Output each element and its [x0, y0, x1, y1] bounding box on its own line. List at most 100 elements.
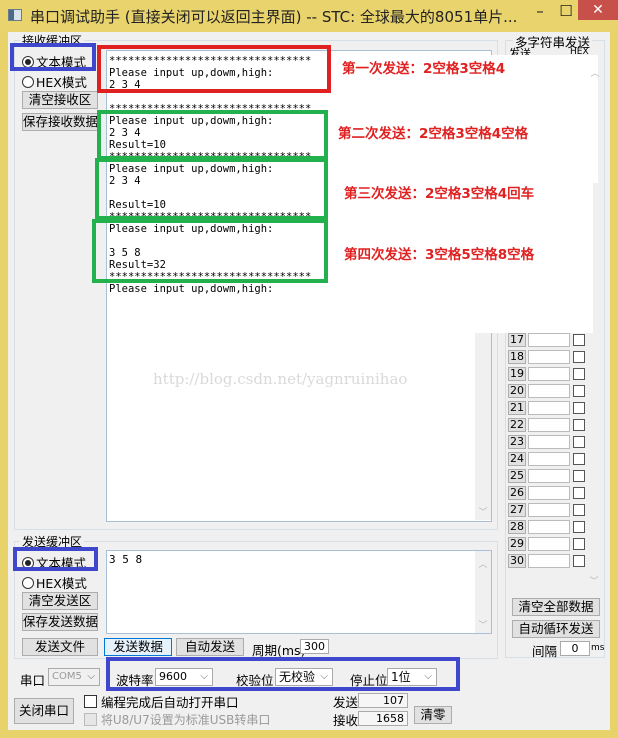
- annotation-box-green: [95, 158, 328, 220]
- send-hex-mode-radio[interactable]: HEX模式: [22, 573, 87, 592]
- auto-send-button[interactable]: 自动发送: [176, 638, 244, 656]
- receive-hex-mode-radio[interactable]: HEX模式: [22, 72, 87, 91]
- multi-send-scroll-down-icon[interactable]: ﹀: [588, 574, 600, 587]
- multi-send-row-send-button[interactable]: 24: [508, 452, 526, 466]
- maximize-button[interactable]: ☐: [554, 0, 578, 22]
- port-select[interactable]: COM5 ⌵: [48, 668, 100, 686]
- multi-send-row-send-button[interactable]: 29: [508, 537, 526, 551]
- annotation-text: 第四次发送：3空格5空格8空格: [344, 247, 535, 263]
- save-receive-button[interactable]: 保存接收数据: [22, 113, 98, 131]
- multi-send-row-hex-checkbox[interactable]: [573, 487, 585, 499]
- annotation-box-green: [92, 219, 328, 283]
- title-bar: 串口调试助手 (直接关闭可以返回主界面) -- STC: 全球最大的8051单片…: [0, 0, 618, 32]
- radio-unselected-icon: [22, 75, 34, 88]
- multi-send-row-hex-checkbox[interactable]: [573, 470, 585, 482]
- annotation-box-red: [97, 45, 331, 93]
- multi-send-row-send-button[interactable]: 27: [508, 503, 526, 517]
- multi-send-row-send-button[interactable]: 30: [508, 554, 526, 568]
- multi-send-row-hex-checkbox[interactable]: [573, 351, 585, 363]
- multi-send-row-send-button[interactable]: 20: [508, 384, 526, 398]
- multi-send-row-send-button[interactable]: 25: [508, 469, 526, 483]
- sent-count-label: 发送: [333, 695, 359, 710]
- multi-send-row-input[interactable]: [528, 554, 570, 568]
- multi-send-row-input[interactable]: [528, 333, 570, 347]
- clear-receive-button[interactable]: 清空接收区: [22, 91, 98, 109]
- annotation-box-green: [97, 110, 328, 160]
- window-title: 串口调试助手 (直接关闭可以返回主界面) -- STC: 全球最大的8051单片…: [30, 8, 518, 26]
- usb-label: 将U8/U7设置为标准USB转串口: [100, 713, 271, 727]
- scroll-up-icon: ︿: [590, 69, 600, 79]
- multi-send-row-input[interactable]: [528, 367, 570, 381]
- multi-send-row-hex-checkbox[interactable]: [573, 436, 585, 448]
- annotation-text: 第一次发送：2空格3空格4: [342, 61, 506, 77]
- send-scrollbar[interactable]: ︿ ﹀: [475, 551, 491, 633]
- receive-scrollbar[interactable]: ﹀: [475, 332, 491, 520]
- multi-send-row-input[interactable]: [528, 537, 570, 551]
- close-port-button[interactable]: 关闭串口: [14, 698, 74, 724]
- multi-send-row-hex-checkbox[interactable]: [573, 402, 585, 414]
- recv-count: 1658: [358, 711, 408, 726]
- auto-open-label: 编程完成后自动打开串口: [100, 695, 239, 710]
- multi-send-row-hex-checkbox[interactable]: [573, 368, 585, 380]
- period-input[interactable]: 300: [300, 639, 329, 654]
- multi-send-row-input[interactable]: [528, 350, 570, 364]
- chevron-down-icon: ⌵: [87, 671, 95, 682]
- multi-send-row-send-button[interactable]: 18: [508, 350, 526, 364]
- multi-send-row-input[interactable]: [528, 520, 570, 534]
- scroll-up-icon[interactable]: ︿: [475, 557, 491, 570]
- multi-send-row-input[interactable]: [528, 503, 570, 517]
- multi-send-row-send-button[interactable]: 28: [508, 520, 526, 534]
- send-textarea[interactable]: 3 5 8: [106, 550, 492, 634]
- radio-unselected-icon: [22, 576, 34, 589]
- interval-label: 间隔: [532, 644, 558, 659]
- scroll-down-icon[interactable]: ﹀: [475, 618, 491, 631]
- port-label: 串口: [20, 673, 46, 688]
- annotation-text: 第三次发送：2空格3空格4回车: [344, 186, 535, 202]
- annotation-box-blue: [10, 43, 96, 71]
- radio-label: HEX模式: [36, 576, 87, 591]
- auto-open-checkbox[interactable]: 编程完成后自动打开串口: [84, 692, 239, 711]
- save-send-button[interactable]: 保存发送数据: [22, 613, 98, 631]
- annotation-text: 第二次发送：2空格3空格4空格: [338, 126, 529, 142]
- multi-send-row-hex-checkbox[interactable]: [573, 521, 585, 533]
- multi-send-row-hex-checkbox[interactable]: [573, 453, 585, 465]
- multi-send-row-hex-checkbox[interactable]: [573, 419, 585, 431]
- multi-send-row-send-button[interactable]: 26: [508, 486, 526, 500]
- auto-loop-send-button[interactable]: 自动循环发送: [512, 620, 600, 638]
- annotation-box-blue: [106, 657, 460, 691]
- multi-send-row-input[interactable]: [528, 435, 570, 449]
- multi-send-row-input[interactable]: [528, 418, 570, 432]
- usb-checkbox[interactable]: 将U8/U7设置为标准USB转串口: [84, 711, 270, 728]
- multi-send-row-input[interactable]: [528, 486, 570, 500]
- multi-send-row-input[interactable]: [528, 469, 570, 483]
- multi-send-row-hex-checkbox[interactable]: [573, 538, 585, 550]
- multi-send-row-send-button[interactable]: 21: [508, 401, 526, 415]
- close-button[interactable]: ✕: [578, 0, 618, 20]
- interval-input[interactable]: 0: [560, 641, 590, 656]
- port-value: COM5: [52, 671, 82, 682]
- send-file-button[interactable]: 发送文件: [22, 638, 98, 656]
- checkbox-icon: [84, 695, 97, 708]
- interval-unit: ms: [591, 643, 605, 653]
- clear-all-data-button[interactable]: 清空全部数据: [512, 598, 600, 616]
- recv-count-label: 接收: [333, 713, 359, 728]
- scroll-down-icon[interactable]: ﹀: [475, 505, 491, 518]
- checkbox-icon: [84, 713, 97, 726]
- multi-send-row-hex-checkbox[interactable]: [573, 504, 585, 516]
- multi-send-row-input[interactable]: [528, 384, 570, 398]
- multi-send-row-hex-checkbox[interactable]: [573, 555, 585, 567]
- clear-send-button[interactable]: 清空发送区: [22, 592, 98, 610]
- radio-label: HEX模式: [36, 75, 87, 90]
- reset-counters-button[interactable]: 清零: [414, 706, 452, 724]
- multi-send-row-send-button[interactable]: 23: [508, 435, 526, 449]
- multi-send-row-hex-checkbox[interactable]: [573, 385, 585, 397]
- watermark: http://blog.csdn.net/yagnruinihao: [153, 370, 408, 388]
- multi-send-row-send-button[interactable]: 19: [508, 367, 526, 381]
- multi-send-row-hex-checkbox[interactable]: [573, 334, 585, 346]
- send-data-button[interactable]: 发送数据: [104, 638, 172, 656]
- minimize-button[interactable]: –: [528, 0, 552, 22]
- multi-send-row-send-button[interactable]: 17: [508, 333, 526, 347]
- multi-send-row-input[interactable]: [528, 452, 570, 466]
- multi-send-row-send-button[interactable]: 22: [508, 418, 526, 432]
- multi-send-row-input[interactable]: [528, 401, 570, 415]
